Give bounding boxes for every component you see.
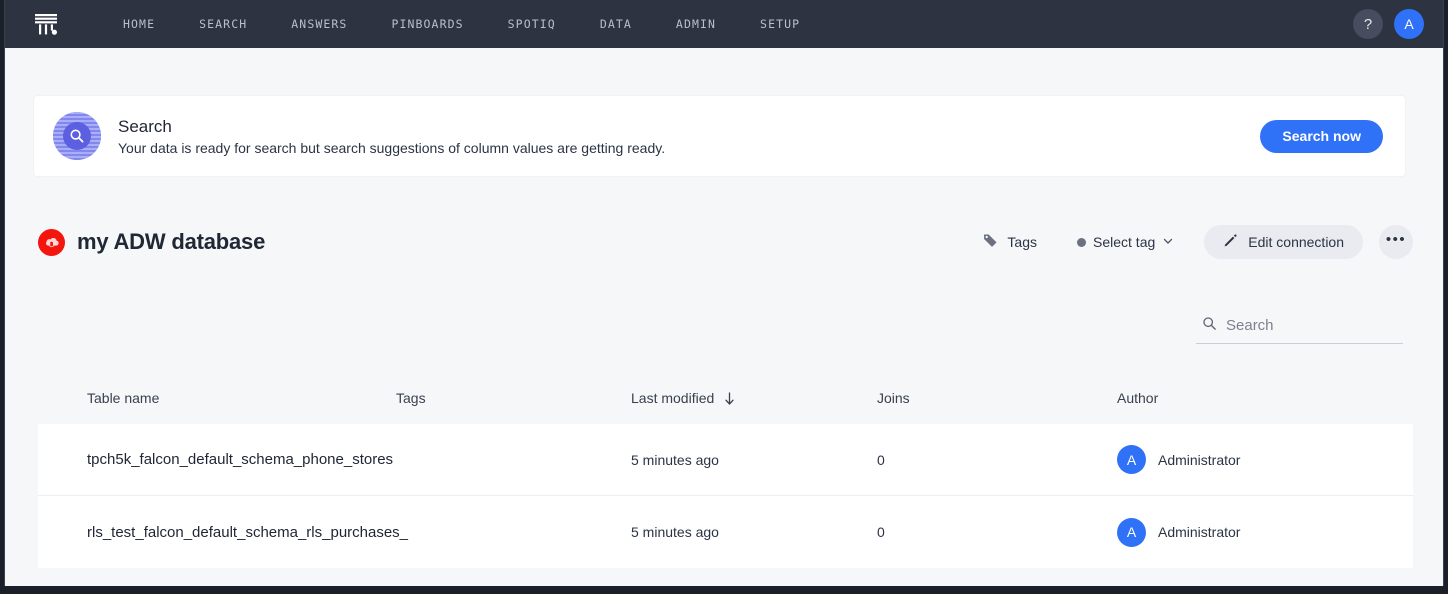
thoughtspot-logo-icon[interactable] bbox=[29, 7, 63, 41]
search-icon bbox=[1202, 316, 1217, 336]
user-avatar[interactable]: A bbox=[1394, 9, 1424, 39]
page-header: my ADW database Tags Select tag Edit con… bbox=[38, 218, 1413, 266]
table-search-field[interactable] bbox=[1196, 310, 1403, 344]
edit-connection-label: Edit connection bbox=[1248, 234, 1344, 250]
nav-item-home[interactable]: HOME bbox=[101, 11, 177, 37]
search-status-banner: Search Your data is ready for search but… bbox=[34, 96, 1405, 176]
arrow-down-icon bbox=[723, 391, 736, 406]
cell-last-modified: 5 minutes ago bbox=[631, 451, 719, 468]
tags-button[interactable]: Tags bbox=[969, 225, 1050, 259]
tag-icon bbox=[982, 232, 999, 252]
nav-right-actions: ? A bbox=[1353, 0, 1424, 48]
nav-item-search[interactable]: SEARCH bbox=[177, 11, 269, 37]
column-header-last-modified-label: Last modified bbox=[631, 390, 715, 406]
cell-joins: 0 bbox=[877, 451, 885, 468]
nav-item-answers[interactable]: ANSWERS bbox=[269, 11, 369, 37]
page-header-actions: Tags Select tag Edit connection ••• bbox=[969, 225, 1413, 259]
tags-button-label: Tags bbox=[1007, 234, 1037, 250]
column-header-joins[interactable]: Joins bbox=[877, 390, 1117, 406]
banner-subtitle: Your data is ready for search but search… bbox=[118, 139, 666, 156]
page-bottom-area bbox=[5, 568, 1443, 586]
banner-text: Search Your data is ready for search but… bbox=[118, 117, 665, 156]
nav-item-admin[interactable]: ADMIN bbox=[654, 11, 738, 37]
cell-table-name[interactable]: rls_test_falcon_default_schema_rls_purch… bbox=[38, 524, 408, 541]
table-row[interactable]: rls_test_falcon_default_schema_rls_purch… bbox=[38, 496, 1413, 568]
search-input[interactable] bbox=[1226, 317, 1397, 334]
column-header-tags[interactable]: Tags bbox=[396, 390, 631, 406]
cell-last-modified: 5 minutes ago bbox=[631, 524, 719, 540]
column-header-table-name[interactable]: Table name bbox=[38, 390, 396, 406]
cell-joins: 0 bbox=[877, 524, 885, 540]
cell-table-name[interactable]: tpch5k_falcon_default_schema_phone_store… bbox=[38, 451, 396, 468]
oracle-adw-cloud-database-icon bbox=[38, 228, 65, 256]
select-tag-label: Select tag bbox=[1093, 234, 1156, 250]
avatar: A bbox=[1117, 445, 1146, 474]
more-horizontal-icon[interactable]: ••• bbox=[1379, 225, 1413, 259]
cell-author: A Administrator bbox=[1117, 445, 1357, 474]
author-name: Administrator bbox=[1158, 451, 1241, 468]
column-header-last-modified[interactable]: Last modified bbox=[631, 390, 877, 406]
select-tag-dropdown[interactable]: Select tag bbox=[1064, 227, 1187, 257]
column-header-author[interactable]: Author bbox=[1117, 390, 1357, 406]
edit-connection-button[interactable]: Edit connection bbox=[1204, 225, 1363, 259]
author-name: Administrator bbox=[1158, 524, 1241, 540]
pencil-icon bbox=[1223, 233, 1238, 251]
page-title: my ADW database bbox=[77, 229, 266, 254]
help-icon[interactable]: ? bbox=[1353, 9, 1383, 39]
nav-item-data[interactable]: DATA bbox=[578, 11, 654, 37]
banner-title: Search bbox=[118, 116, 172, 136]
search-circle-icon bbox=[53, 112, 101, 160]
table-body: tpch5k_falcon_default_schema_phone_store… bbox=[38, 424, 1413, 568]
cell-author: A Administrator bbox=[1117, 517, 1357, 547]
app-window: HOME SEARCH ANSWERS PINBOARDS SPOTIQ DAT… bbox=[4, 0, 1444, 586]
top-navigation-bar: HOME SEARCH ANSWERS PINBOARDS SPOTIQ DAT… bbox=[5, 0, 1443, 48]
search-now-button[interactable]: Search now bbox=[1260, 119, 1383, 153]
nav-item-pinboards[interactable]: PINBOARDS bbox=[369, 11, 485, 37]
table-header-row: Table name Tags Last modified Joins Auth… bbox=[38, 382, 1413, 414]
nav-item-setup[interactable]: SETUP bbox=[738, 11, 822, 37]
nav-links: HOME SEARCH ANSWERS PINBOARDS SPOTIQ DAT… bbox=[101, 11, 822, 37]
nav-item-spotiq[interactable]: SPOTIQ bbox=[486, 11, 578, 37]
table-row[interactable]: tpch5k_falcon_default_schema_phone_store… bbox=[38, 424, 1413, 496]
chevron-down-icon bbox=[1162, 234, 1174, 250]
avatar: A bbox=[1117, 517, 1146, 547]
tag-color-dot bbox=[1077, 237, 1086, 247]
